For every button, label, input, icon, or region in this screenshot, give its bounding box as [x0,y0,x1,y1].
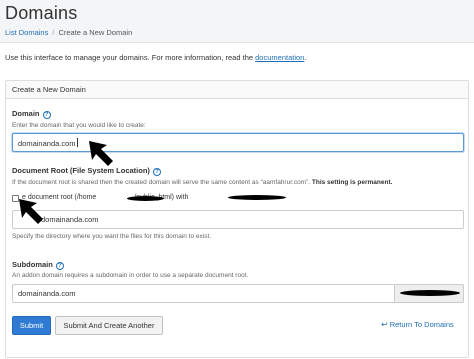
question-circle-icon[interactable]: ? [42,111,51,119]
page-header: Domains List Domains / Create a New Domain [0,0,474,43]
domain-label-text: Domain [12,109,40,118]
breadcrumb-separator: / [52,28,55,37]
return-to-domains-label: Return To Domains [389,320,454,329]
annotation-arrow-icon [19,199,43,224]
submit-button[interactable]: Submit [12,316,51,335]
docroot-hint: Specify the directory where you want the… [12,233,212,240]
question-circle-icon[interactable]: ? [152,168,161,176]
domain-input[interactable]: domainanda.com [12,133,464,152]
docroot-input-value: domainanda.com [41,215,99,224]
documentation-link[interactable]: documentation [255,53,304,62]
redaction-mark [228,195,286,200]
breadcrumb-list-domains-link[interactable]: List Domains [5,28,48,37]
docroot-label-text: Document Root (File System Location) [12,166,150,175]
subdomain-input-value: domainanda.com [18,289,76,298]
text-cursor [76,138,78,147]
domain-description: Enter the domain that you would like to … [12,122,146,129]
domain-input-value: domainanda.com [18,139,76,148]
docroot-permanent-note: This setting is permanent. [311,179,393,186]
subdomain-label: Subdomain? [12,260,64,270]
subdomain-description: An addon domain requires a subdomain in … [12,272,249,279]
annotation-arrow-icon [89,141,113,166]
intro-text-body: Use this interface to manage your domain… [5,53,254,62]
return-arrow-icon: ↩ [381,320,388,329]
subdomain-label-text: Subdomain [12,260,53,269]
panel-heading: Create a New Domain [6,81,468,99]
question-circle-icon[interactable]: ? [55,262,64,270]
domain-label: Domain? [12,109,51,119]
breadcrumb-current: Create a New Domain [58,28,133,37]
docroot-description: If the document root is shared then the … [12,179,392,186]
submit-and-create-another-button[interactable]: Submit And Create Another [55,316,163,335]
docroot-description-text: If the document root is shared then the … [12,179,311,186]
docroot-input[interactable]: domainanda.com [12,210,464,229]
redaction-mark [400,290,460,296]
intro-suffix: . [304,53,307,62]
intro-text: Use this interface to manage your domain… [5,53,306,62]
breadcrumb: List Domains / Create a New Domain [5,28,132,37]
subdomain-input[interactable]: domainanda.com [12,284,395,303]
page-title: Domains [5,3,78,23]
return-to-domains-link[interactable]: ↩ Return To Domains [381,320,454,329]
redaction-mark [127,196,164,201]
